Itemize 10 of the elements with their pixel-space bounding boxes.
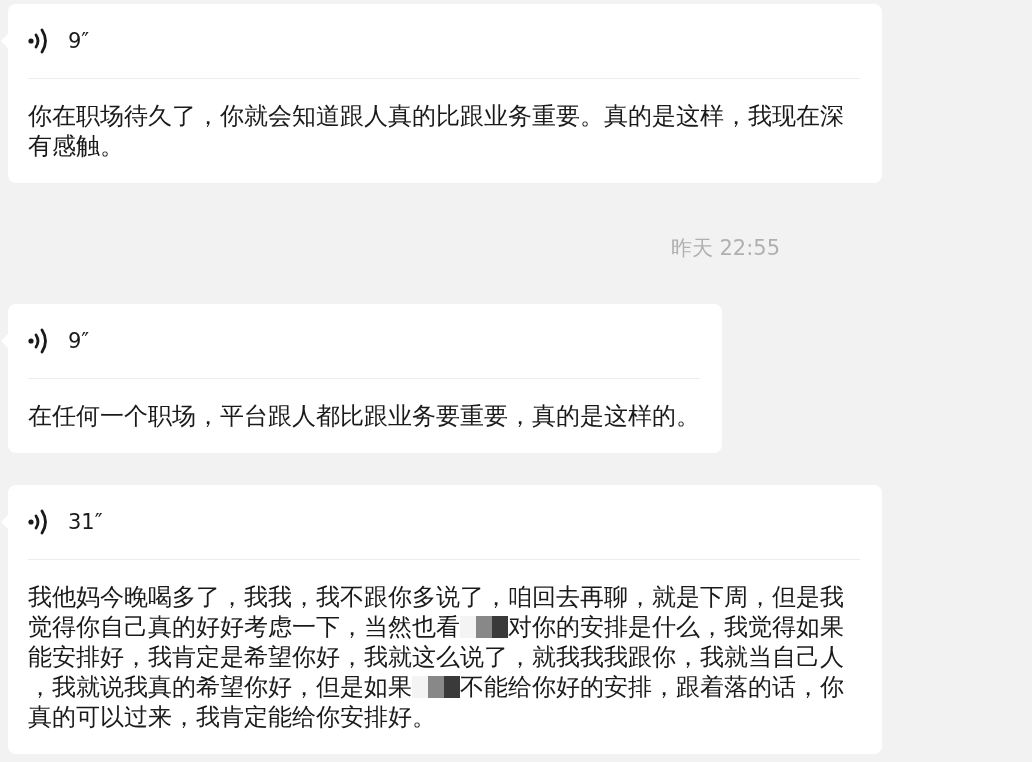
transcript-text: 你在职场待久了，你就会知道跟人真的比跟业务重要。真的是这样，我现在深有感触。 xyxy=(28,101,845,161)
voice-duration: 9″ xyxy=(68,29,90,53)
voice-icon[interactable] xyxy=(28,28,50,54)
message-timestamp: 昨天 22:55 xyxy=(670,235,780,262)
voice-icon[interactable] xyxy=(28,509,50,535)
voice-icon[interactable] xyxy=(28,328,50,354)
transcript-text: 我他妈今晚喝多了，我我，我不跟你多说了，咱回去再聊，就是下周，但是我觉得你自己真的好好考虑一下，当然也看 对你的安排是什么，我觉得如果能安排好，我肯定是希望你好，我就这么说了，就我我我跟你，我就当自己人，我就说我真的希望你好，但是如果 不能给你好的安排，跟着落的话，你真的可以过来，我肯定能给你安排好。 xyxy=(28,582,845,732)
transcript-text: 在任何一个职场，平台跟人都比跟业务要重要，真的是这样的。 xyxy=(28,401,700,431)
voice-duration: 31″ xyxy=(68,510,103,534)
voice-duration: 9″ xyxy=(68,329,90,353)
